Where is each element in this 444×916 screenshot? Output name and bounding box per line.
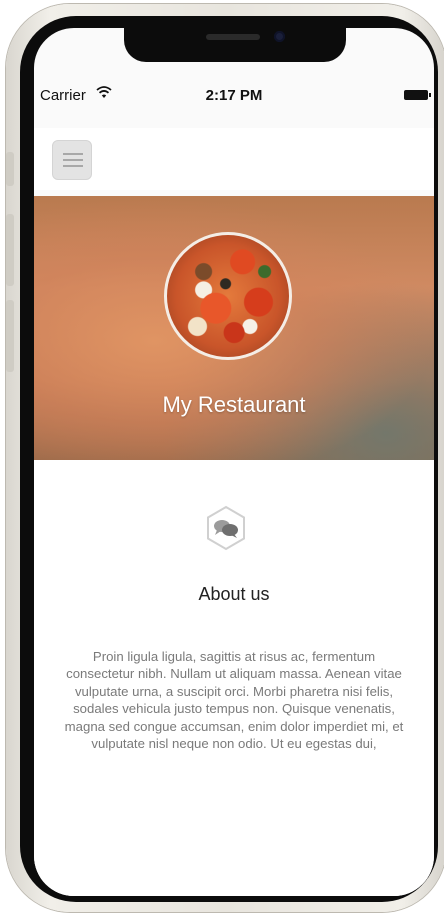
about-description: Proin ligula ligula, sagittis at risus a… xyxy=(64,649,404,752)
about-section: About us Proin ligula ligula, sagittis a… xyxy=(34,460,434,896)
restaurant-avatar-image xyxy=(164,232,292,360)
about-title: About us xyxy=(198,584,270,604)
restaurant-name: My Restaurant xyxy=(162,392,306,417)
speaker-grill xyxy=(206,34,260,40)
volume-up-button xyxy=(6,214,14,286)
status-time: 2:17 PM xyxy=(205,87,263,104)
status-bar: Carrier 2:17 PM xyxy=(34,78,434,114)
hamburger-icon xyxy=(63,153,83,155)
screen: Carrier 2:17 PM My Restaurant About us P… xyxy=(34,28,434,896)
chat-bubbles-icon xyxy=(203,505,249,551)
hero-banner: My Restaurant xyxy=(34,196,434,460)
hamburger-menu-button[interactable] xyxy=(52,140,92,180)
nav-bar xyxy=(34,128,434,190)
mute-switch xyxy=(6,152,14,186)
battery-icon xyxy=(404,90,431,100)
hamburger-icon-line xyxy=(63,159,83,161)
hamburger-icon-line xyxy=(63,165,83,167)
volume-down-button xyxy=(6,300,14,372)
phone-notch xyxy=(124,28,346,62)
front-camera xyxy=(274,31,285,42)
